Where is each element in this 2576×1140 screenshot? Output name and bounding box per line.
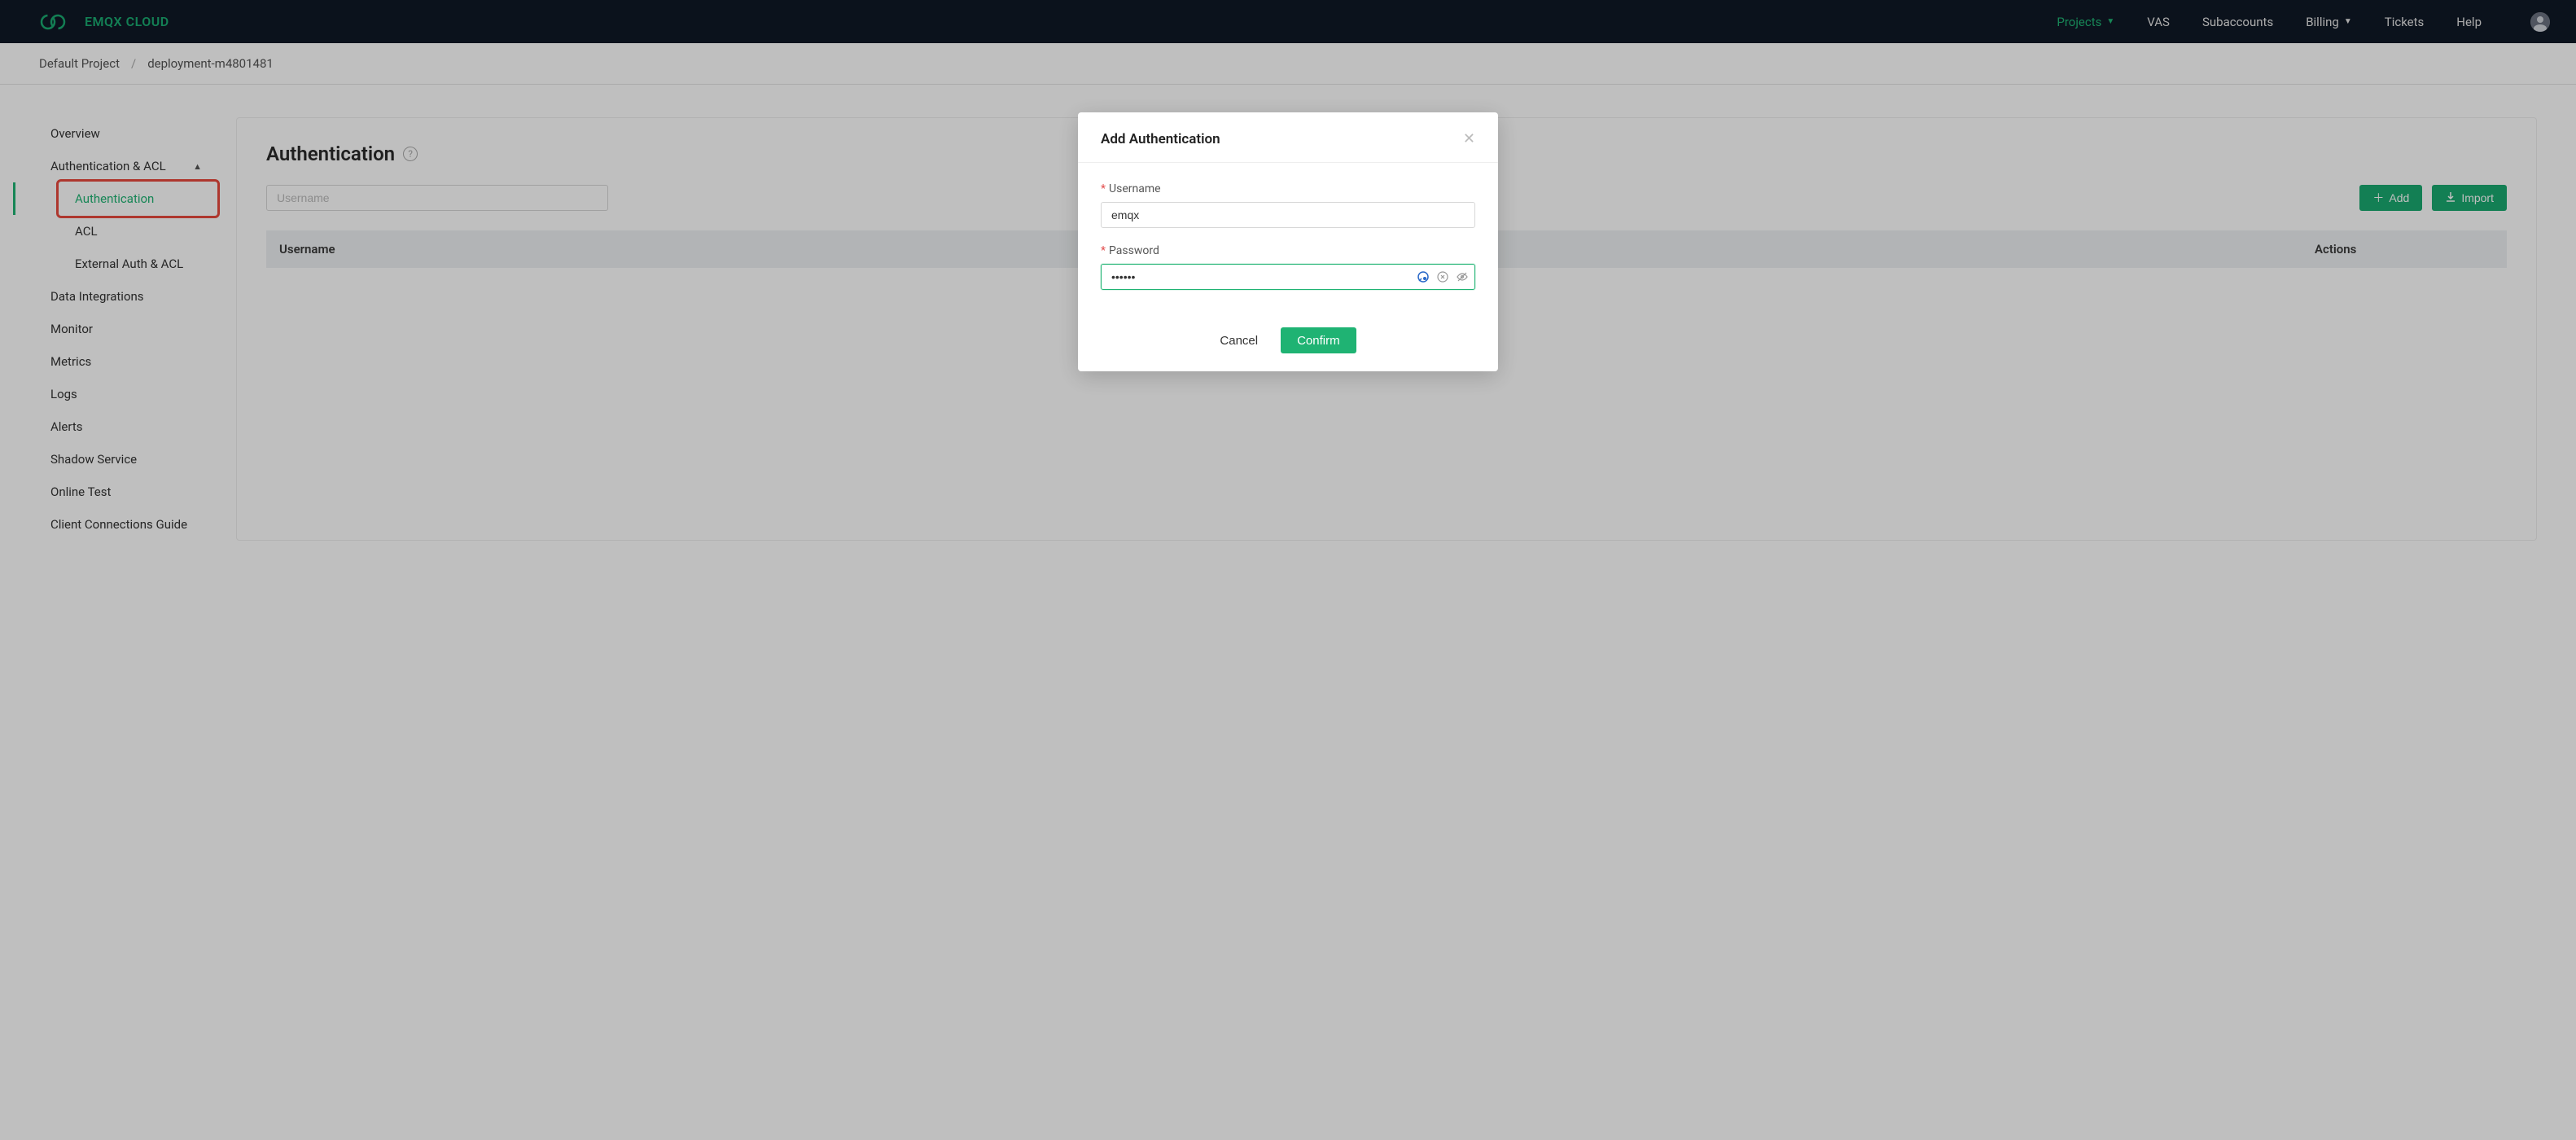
form-group-username: *Username: [1101, 182, 1475, 228]
cancel-button[interactable]: Cancel: [1220, 334, 1258, 348]
clear-icon[interactable]: [1436, 270, 1449, 283]
modal-title: Add Authentication: [1101, 131, 1220, 147]
eye-off-icon[interactable]: [1456, 270, 1469, 283]
close-icon[interactable]: ✕: [1463, 130, 1475, 147]
add-authentication-modal: Add Authentication ✕ *Username *Password: [1078, 112, 1498, 371]
modal-footer: Cancel Confirm: [1078, 313, 1498, 371]
modal-body: *Username *Password: [1078, 163, 1498, 313]
modal-header: Add Authentication ✕: [1078, 112, 1498, 163]
password-input-icons: [1417, 270, 1469, 283]
password-label: *Password: [1101, 244, 1475, 257]
form-group-password: *Password: [1101, 244, 1475, 290]
username-input[interactable]: [1101, 202, 1475, 228]
username-label-text: Username: [1109, 182, 1161, 195]
password-label-text: Password: [1109, 244, 1159, 257]
key-lock-icon[interactable]: [1417, 270, 1430, 283]
username-label: *Username: [1101, 182, 1475, 195]
confirm-button[interactable]: Confirm: [1281, 327, 1356, 353]
